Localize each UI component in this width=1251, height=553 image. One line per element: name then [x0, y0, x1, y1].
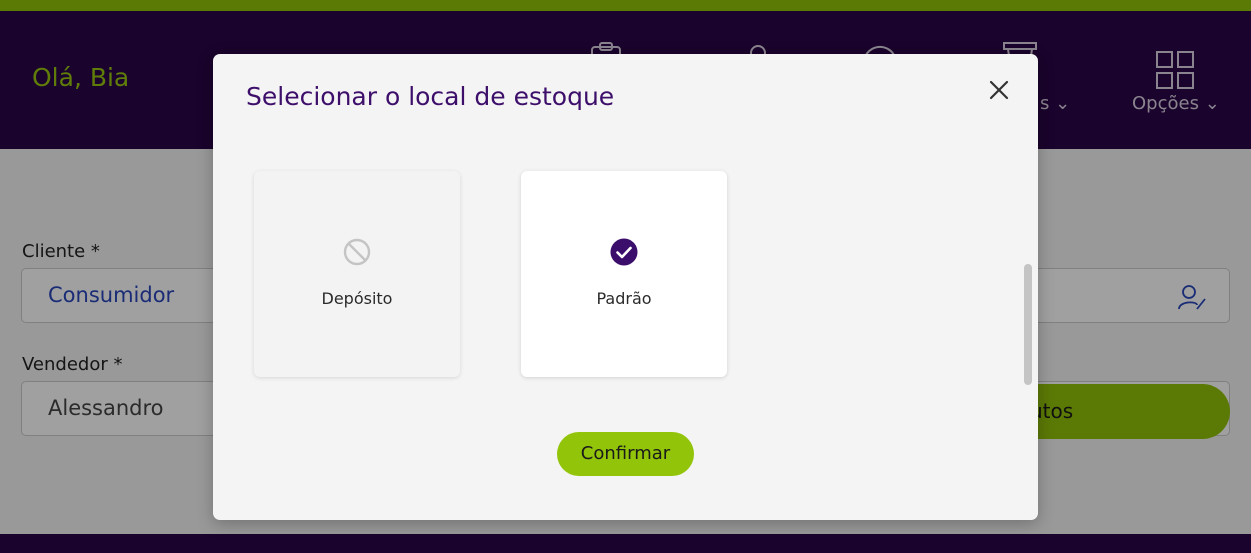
- block-icon: [343, 238, 371, 266]
- confirm-button[interactable]: Confirmar: [557, 432, 694, 476]
- close-icon[interactable]: [983, 74, 1015, 106]
- stock-location-modal: Selecionar o local de estoque Depósito P…: [213, 54, 1038, 520]
- modal-scrollbar[interactable]: [1024, 264, 1032, 385]
- option-card-deposito[interactable]: Depósito: [254, 171, 460, 377]
- option-label: Depósito: [321, 289, 393, 308]
- option-label: Padrão: [596, 289, 652, 308]
- option-card-padrao[interactable]: Padrão: [521, 171, 727, 377]
- check-circle-icon: [610, 238, 638, 266]
- confirm-button-label: Confirmar: [580, 443, 671, 464]
- modal-title: Selecionar o local de estoque: [246, 82, 615, 111]
